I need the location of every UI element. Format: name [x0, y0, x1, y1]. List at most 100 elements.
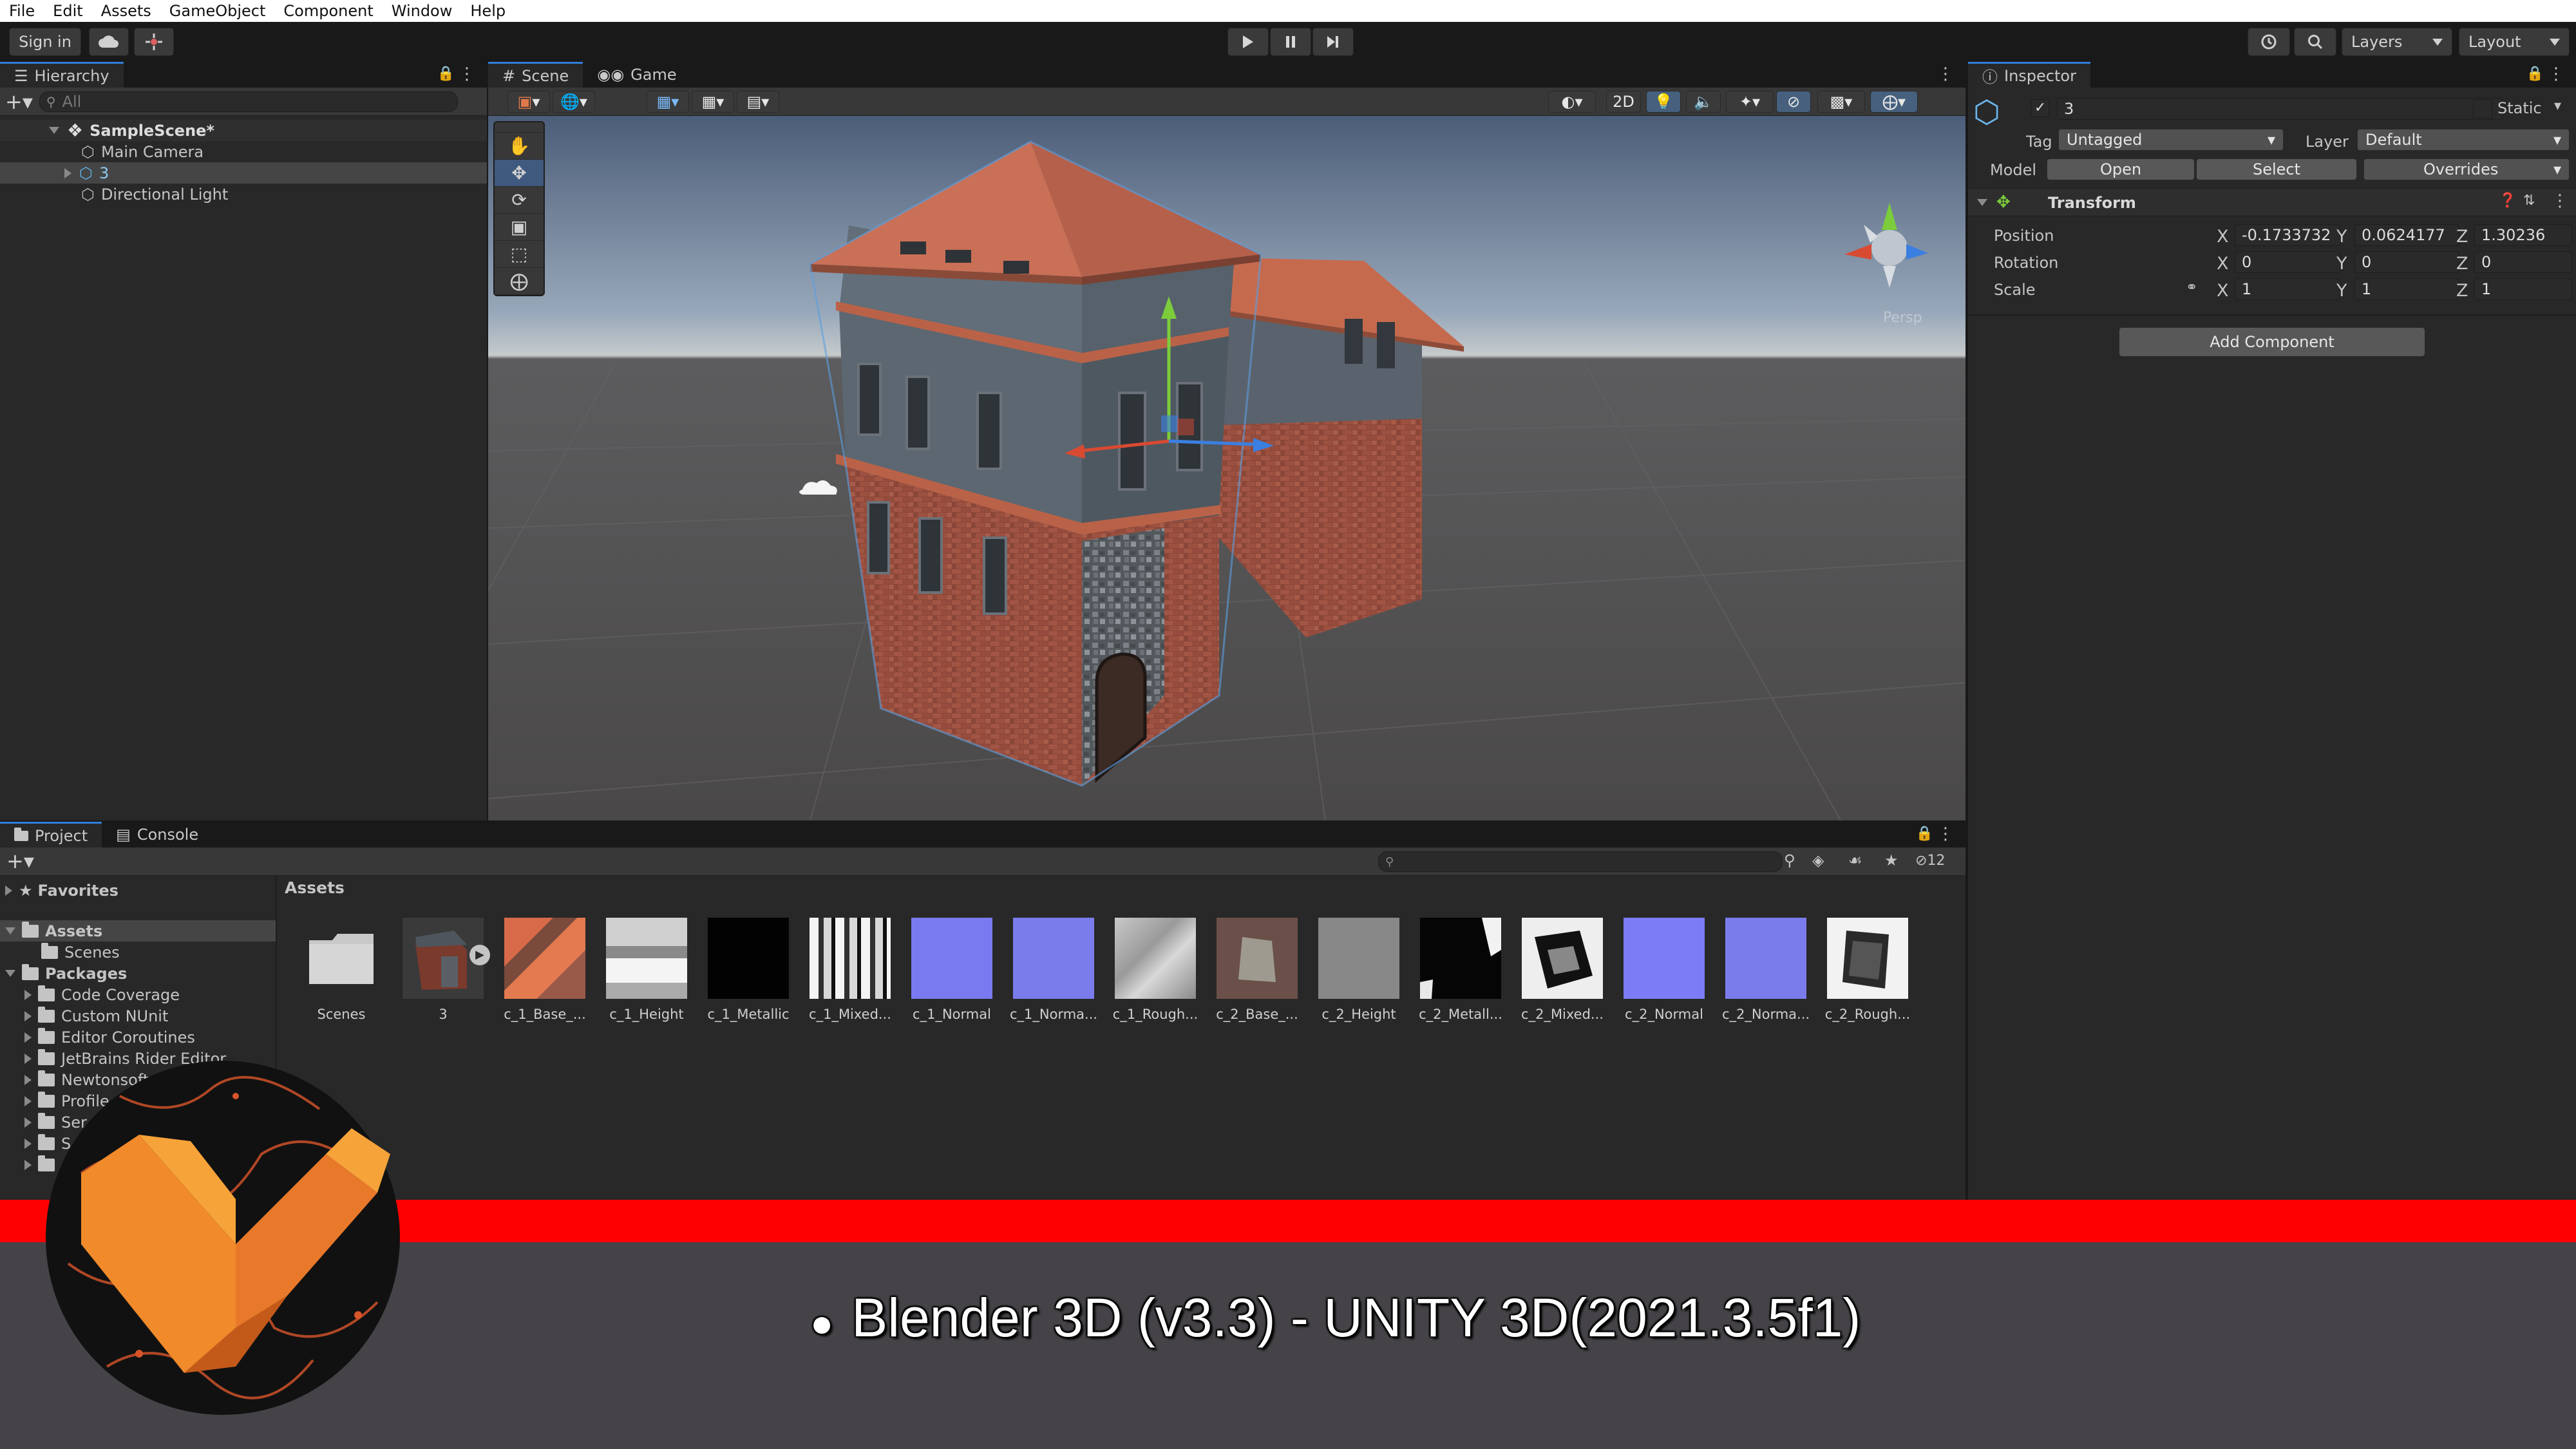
2d-toggle-button[interactable]: 2D [1606, 91, 1641, 113]
add-icon[interactable]: +▾ [6, 849, 34, 873]
tab-game[interactable]: ◉◉ Game [583, 62, 690, 88]
layout-dropdown[interactable]: Layout [2459, 28, 2570, 56]
menu-help[interactable]: Help [461, 1, 515, 21]
rect-tool-icon[interactable]: ⬚ [495, 241, 544, 268]
favorites-row[interactable]: ★ Favorites [0, 880, 276, 901]
package-row[interactable]: Code Coverage [0, 984, 276, 1005]
scenes-folder-row[interactable]: Scenes [0, 942, 276, 963]
label-icon[interactable]: ☙ [1848, 851, 1862, 869]
asset-item-scenes[interactable]: Scenes [298, 918, 385, 1022]
tag-dropdown[interactable]: Untagged ▾ [2058, 129, 2284, 151]
assets-folder-row[interactable]: Assets [0, 920, 276, 942]
global-toggle-button[interactable]: 🌐▾ [553, 91, 595, 113]
gizmos-button[interactable]: ⨁▾ [1870, 91, 1918, 113]
lock-icon[interactable]: 🔒 [2526, 66, 2544, 82]
static-dropdown-icon[interactable]: ▾ [2554, 98, 2561, 114]
kebab-menu-icon[interactable]: ⋮ [2548, 64, 2564, 84]
camera-settings-button[interactable]: ▩▾ [1817, 91, 1865, 113]
play-button[interactable] [1227, 28, 1269, 56]
active-checkbox[interactable]: ✓ [2031, 99, 2049, 117]
scale-z-field[interactable]: 1 [2474, 278, 2572, 300]
asset-item-texture[interactable]: c_1_Mixed... [806, 918, 894, 1022]
snap-settings-button[interactable]: ▦▾ [692, 91, 734, 113]
lock-icon[interactable]: 🔒 [1916, 826, 1933, 842]
asset-item-texture[interactable]: c_1_Base_... [501, 918, 589, 1022]
expand-icon[interactable] [24, 1095, 32, 1106]
transform-tool-icon[interactable]: ⨁ [495, 268, 544, 295]
asset-item-texture[interactable]: c_1_Metallic [705, 918, 792, 1022]
kebab-menu-icon[interactable]: ⋮ [1937, 824, 1954, 844]
menu-gameobject[interactable]: GameObject [160, 1, 275, 21]
palette-handle[interactable] [495, 122, 544, 133]
hierarchy-item-3[interactable]: ⬡ 3 [0, 162, 487, 184]
expand-icon[interactable] [24, 1117, 32, 1128]
rotation-y-field[interactable]: 0 [2354, 251, 2459, 273]
collab-icon[interactable] [134, 28, 174, 56]
breadcrumb[interactable]: Assets [285, 878, 345, 897]
expand-icon[interactable] [24, 1010, 32, 1021]
constrain-proportions-icon[interactable]: ⚭ [2186, 279, 2197, 296]
effects-toggle-button[interactable]: ✦▾ [1726, 91, 1774, 113]
rotate-tool-icon[interactable]: ⟳ [495, 187, 544, 214]
lighting-toggle-icon[interactable]: 💡 [1646, 91, 1681, 113]
expand-icon[interactable] [24, 1138, 32, 1149]
search-by-type-icon[interactable]: ⚲ [1784, 851, 1795, 869]
search-icon[interactable] [2294, 28, 2336, 56]
menu-file[interactable]: File [0, 1, 44, 21]
project-search-input[interactable]: ⚲ [1378, 851, 1783, 872]
hierarchy-item-main-camera[interactable]: ⬡ Main Camera [0, 141, 487, 162]
layers-dropdown[interactable]: Layers [2342, 28, 2452, 56]
expand-icon[interactable] [24, 1159, 32, 1170]
asset-item-model[interactable]: ▶ 3 [399, 918, 490, 1022]
history-icon[interactable] [2248, 28, 2290, 56]
object-name-field[interactable]: 3 [2057, 98, 2503, 120]
grid-snap-button[interactable]: ▦▾ [647, 91, 689, 113]
static-checkbox[interactable] [2473, 99, 2492, 118]
collapse-icon[interactable] [5, 927, 15, 934]
expand-icon[interactable] [49, 127, 59, 134]
draw-mode-button[interactable]: ▣ ▾ [507, 91, 550, 113]
package-row[interactable]: Custom NUnit [0, 1005, 276, 1027]
rotation-z-field[interactable]: 0 [2474, 251, 2572, 273]
asset-item-texture[interactable]: c_2_Height [1315, 918, 1403, 1022]
kebab-menu-icon[interactable]: ⋮ [459, 64, 475, 84]
expand-icon[interactable] [5, 885, 12, 896]
scene-row[interactable]: ❖ SampleScene* [0, 120, 487, 141]
add-component-button[interactable]: Add Component [2119, 327, 2425, 357]
asset-item-texture[interactable]: c_2_Rough... [1824, 918, 1911, 1022]
scale-x-field[interactable]: 1 [2235, 278, 2340, 300]
hidden-objects-toggle-icon[interactable]: ⊘ [1776, 91, 1811, 113]
presets-icon[interactable]: ⇅ [2523, 193, 2535, 209]
hierarchy-item-directional-light[interactable]: ⬡ Directional Light [0, 184, 487, 205]
position-x-field[interactable]: -0.1733732 [2235, 224, 2340, 246]
collapse-icon[interactable] [1977, 199, 1987, 206]
hierarchy-search-input[interactable]: ⚲ All [39, 91, 458, 112]
open-button[interactable]: Open [2047, 158, 2195, 180]
package-row[interactable]: Editor Coroutines [0, 1027, 276, 1048]
menu-component[interactable]: Component [274, 1, 382, 21]
asset-item-texture[interactable]: c_2_Base_... [1213, 918, 1301, 1022]
favorite-icon[interactable]: ★ [1884, 851, 1899, 869]
expand-icon[interactable] [24, 1032, 32, 1043]
expand-prefab-icon[interactable]: ▶ [469, 945, 490, 965]
asset-item-texture[interactable]: c_2_Mixed... [1519, 918, 1606, 1022]
tab-project[interactable]: Project [0, 822, 102, 848]
select-button[interactable]: Select [2196, 158, 2357, 180]
audio-toggle-icon[interactable]: 🔈 [1686, 91, 1721, 113]
collapse-icon[interactable] [5, 970, 15, 977]
kebab-menu-icon[interactable]: ⋮ [1937, 64, 1954, 84]
expand-icon[interactable] [64, 167, 71, 178]
kebab-menu-icon[interactable]: ⋮ [2552, 191, 2568, 211]
asset-item-texture[interactable]: c_1_Rough... [1112, 918, 1199, 1022]
hand-tool-icon[interactable]: ✋ [495, 133, 544, 160]
help-icon[interactable]: ❓ [2499, 193, 2516, 209]
expand-icon[interactable] [24, 989, 32, 1000]
menu-window[interactable]: Window [383, 1, 462, 21]
asset-item-texture[interactable]: c_2_Metall... [1417, 918, 1504, 1022]
tab-hierarchy[interactable]: ☰ Hierarchy [0, 62, 124, 88]
layer-dropdown[interactable]: Default ▾ [2357, 129, 2570, 151]
packages-folder-row[interactable]: Packages [0, 963, 276, 984]
asset-item-texture[interactable]: c_2_Norma... [1722, 918, 1810, 1022]
scale-y-field[interactable]: 1 [2354, 278, 2459, 300]
asset-item-texture[interactable]: c_2_Normal [1620, 918, 1708, 1022]
